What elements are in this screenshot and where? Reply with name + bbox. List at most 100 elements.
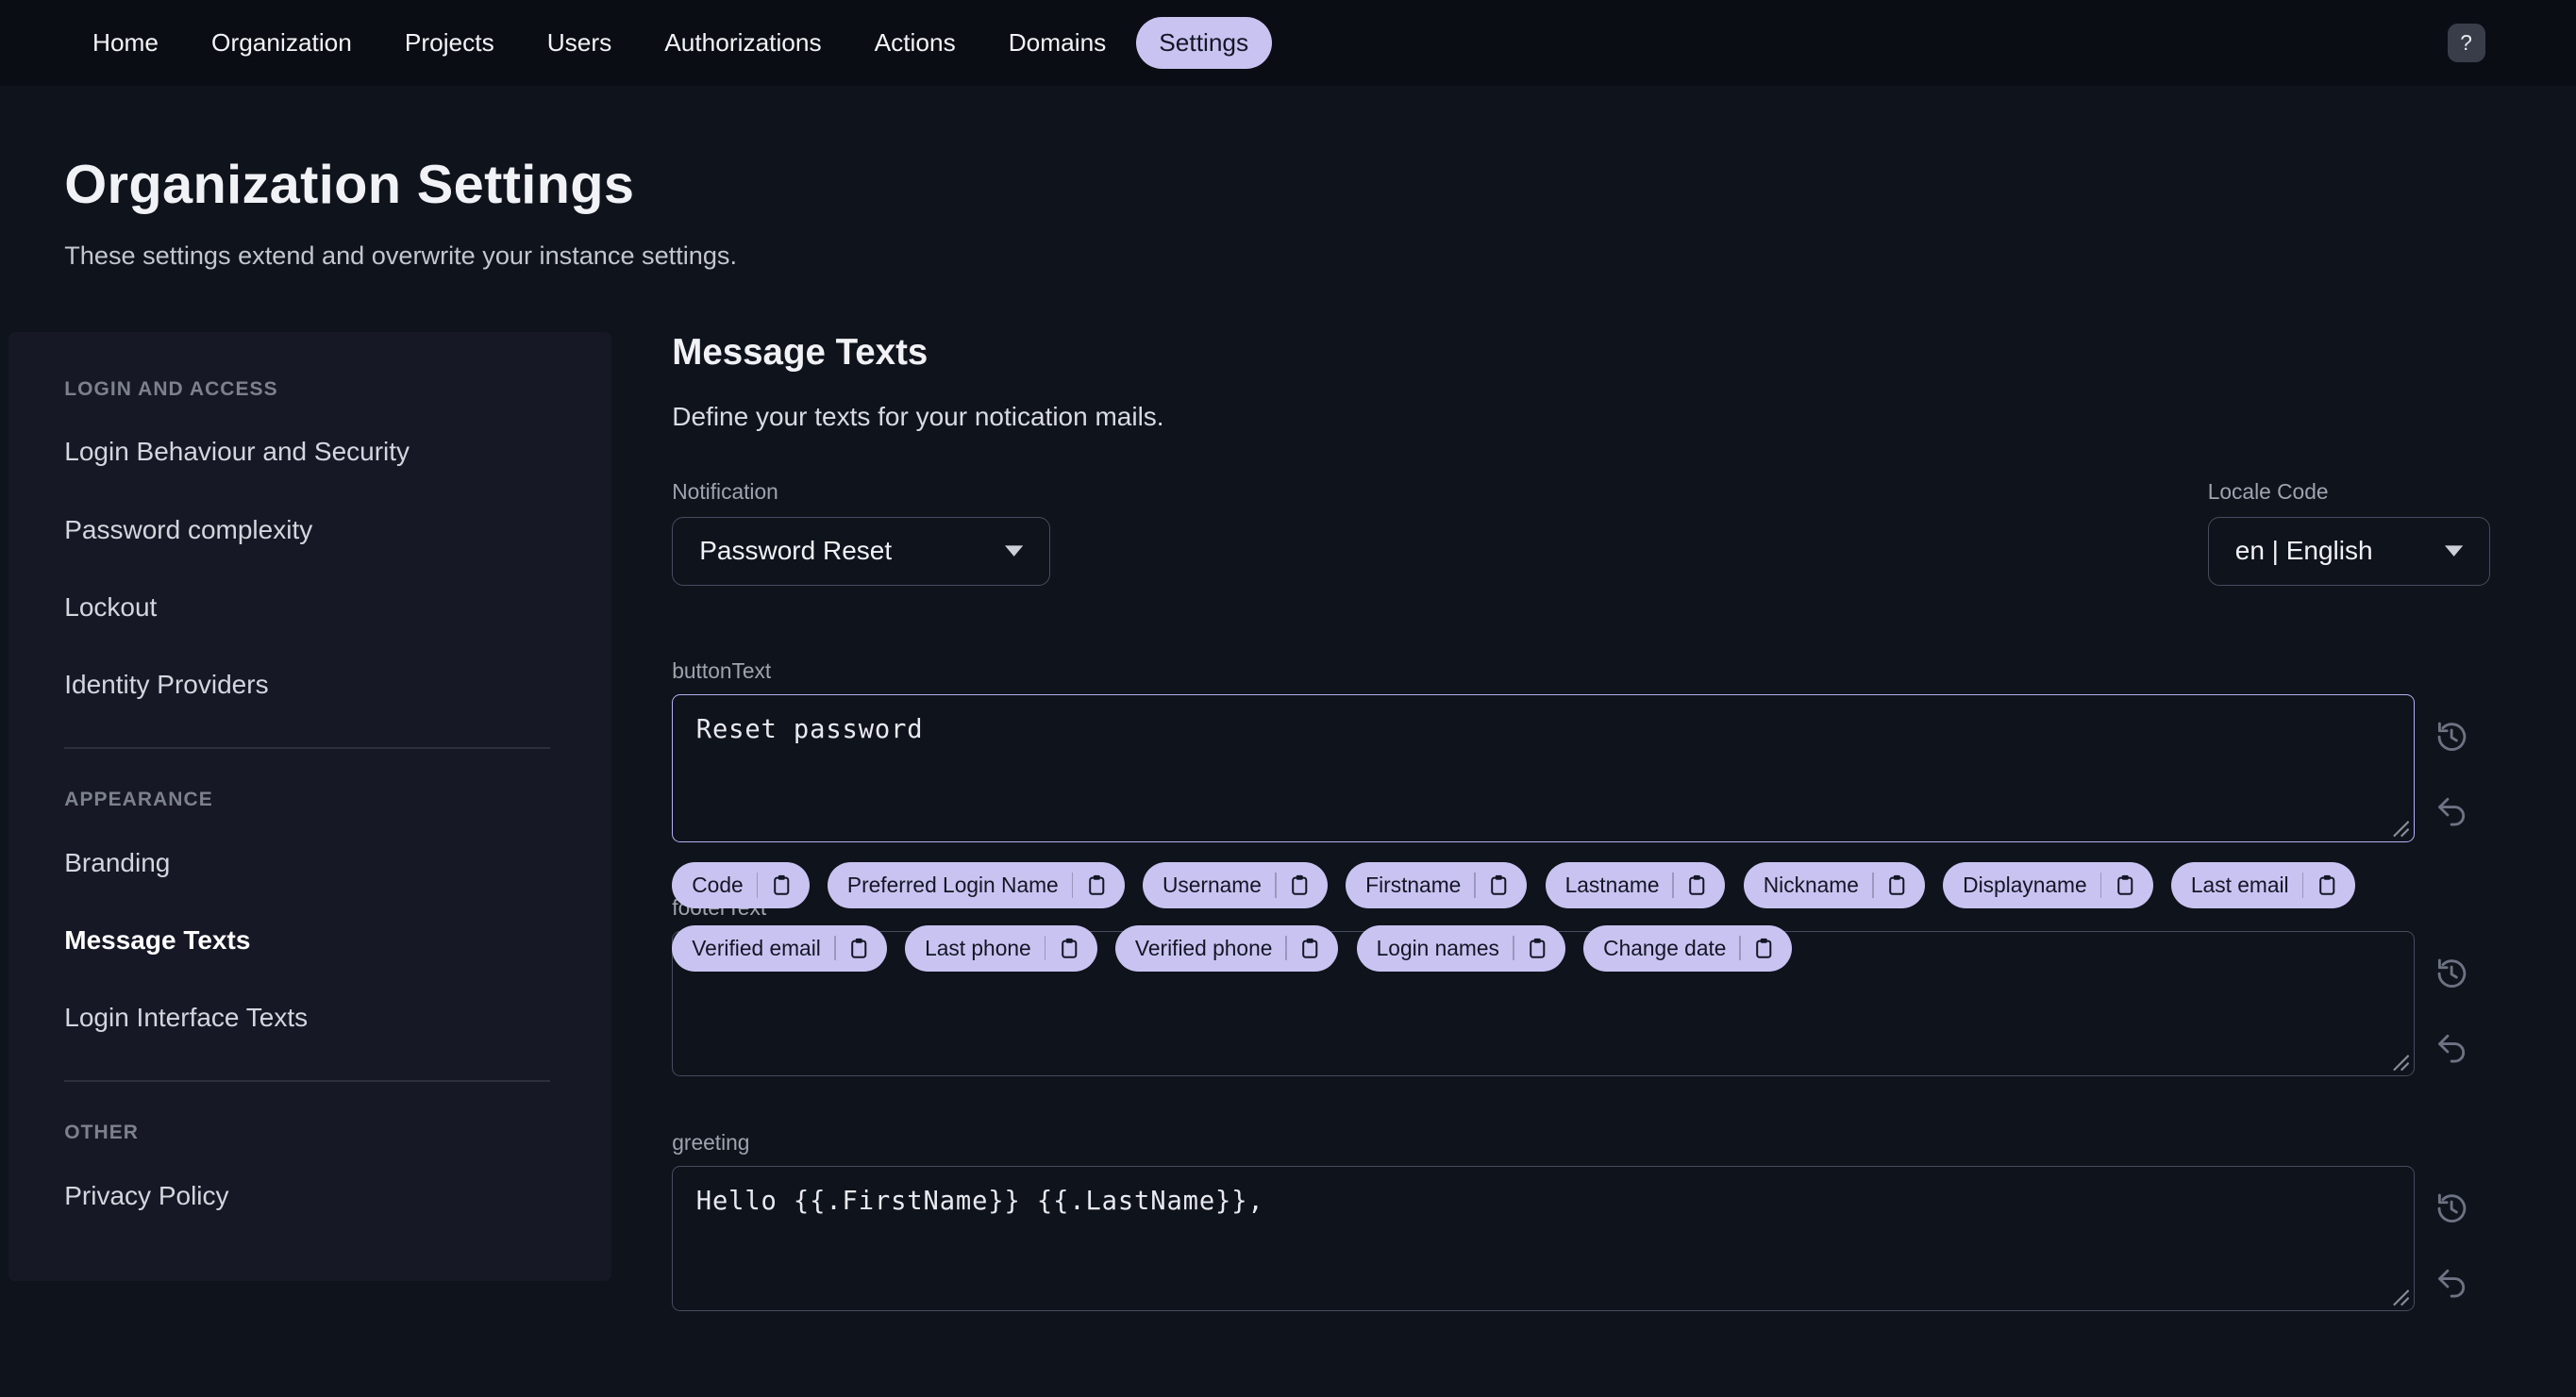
- notification-select[interactable]: Password Reset: [672, 516, 1050, 586]
- sidebar-section-header-login-and-access: LOGIN AND ACCESS: [64, 377, 278, 400]
- sidebar-item-login-interface-texts[interactable]: Login Interface Texts: [64, 1003, 561, 1033]
- clipboard-icon: [1756, 938, 1772, 958]
- undo-button[interactable]: [2433, 790, 2472, 829]
- history-icon: [2437, 722, 2467, 751]
- top-nav: Home Organization Projects Users Authorizati…: [0, 0, 2576, 86]
- chip-divider: [1071, 873, 1074, 898]
- chip-divider: [833, 935, 836, 961]
- chevron-down-icon: [1004, 545, 1023, 557]
- buttontext-textarea[interactable]: Reset password: [672, 693, 2415, 842]
- resize-handle[interactable]: [2392, 821, 2410, 838]
- notification-value: Password Reset: [699, 536, 893, 566]
- nav-item-organization[interactable]: Organization: [189, 17, 376, 70]
- sidebar-item-login-behaviour-and-security[interactable]: Login Behaviour and Security: [64, 437, 561, 467]
- page-subtitle: These settings extend and overwrite your…: [64, 241, 738, 270]
- nav-item-settings[interactable]: Settings: [1135, 16, 1272, 70]
- clipboard-icon: [1889, 875, 1905, 895]
- chip-lastname[interactable]: Lastname: [1545, 862, 1726, 908]
- sidebar-divider: [64, 747, 550, 749]
- history-button[interactable]: [2433, 717, 2472, 757]
- page-title: Organization Settings: [64, 154, 635, 215]
- chip-divider: [1044, 935, 1046, 961]
- sidebar-item-lockout[interactable]: Lockout: [64, 592, 561, 623]
- buttontext-actions: [2415, 694, 2491, 843]
- clipboard-icon: [851, 938, 867, 958]
- content-area: LOGIN AND ACCESS Login Behaviour and Secu…: [0, 331, 2576, 1311]
- resize-handle[interactable]: [2392, 1289, 2410, 1306]
- undo-button[interactable]: [2433, 1026, 2472, 1066]
- resize-handle[interactable]: [2392, 1054, 2410, 1072]
- chip-label: Username: [1162, 873, 1262, 897]
- nav-item-authorizations[interactable]: Authorizations: [642, 17, 845, 70]
- chip-label: Last email: [2190, 873, 2289, 897]
- field-greeting: greeting Hello {{.FirstName}} {{.LastNam…: [672, 1130, 2490, 1311]
- chip-last-email[interactable]: Last email: [2170, 862, 2355, 908]
- chip-label: Verified email: [692, 935, 821, 960]
- chip-displayname[interactable]: Displayname: [1943, 862, 2153, 908]
- clipboard-icon: [773, 875, 789, 895]
- chip-divider: [1739, 935, 1742, 961]
- locale-label: Locale Code: [2207, 479, 2329, 505]
- chip-divider: [756, 873, 759, 898]
- sidebar-section-header-other: OTHER: [64, 1122, 139, 1143]
- undo-icon: [2437, 1034, 2465, 1063]
- chip-divider: [2301, 873, 2304, 898]
- chip-label: Displayname: [1963, 873, 2087, 897]
- buttontext-label: buttonText: [672, 658, 772, 683]
- chip-divider: [1285, 935, 1288, 961]
- history-button[interactable]: [2433, 954, 2472, 993]
- footertext-actions: [2415, 931, 2491, 1076]
- chip-last-phone[interactable]: Last phone: [905, 924, 1097, 972]
- sidebar-divider: [64, 1080, 550, 1082]
- notification-label: Notification: [672, 479, 778, 505]
- history-button[interactable]: [2433, 1189, 2472, 1228]
- greeting-actions: [2415, 1166, 2491, 1311]
- chip-verified-email[interactable]: Verified email: [672, 924, 887, 972]
- nav-item-home[interactable]: Home: [70, 17, 182, 70]
- sidebar-item-privacy-policy[interactable]: Privacy Policy: [64, 1181, 561, 1211]
- sidebar-section-header-appearance: APPEARANCE: [64, 789, 213, 810]
- greeting-label: greeting: [672, 1130, 750, 1156]
- chip-label: Code: [692, 873, 744, 897]
- nav-item-projects[interactable]: Projects: [381, 17, 517, 70]
- chip-nickname[interactable]: Nickname: [1743, 862, 1925, 908]
- locale-value: en | English: [2234, 536, 2373, 566]
- field-footertext: Code Preferred Login Name Username Firstnam…: [672, 862, 2490, 1076]
- app-window: Home Organization Projects Users Authorizati…: [0, 0, 2576, 1397]
- chip-change-date[interactable]: Change date: [1583, 924, 1793, 972]
- chip-divider: [1474, 873, 1477, 898]
- nav-items: Home Organization Projects Users Authorizati…: [70, 16, 1272, 70]
- chip-verified-phone[interactable]: Verified phone: [1114, 924, 1339, 972]
- locale-group: Locale Code en | English: [2207, 479, 2490, 586]
- chip-preferred-login-name[interactable]: Preferred Login Name: [827, 862, 1125, 908]
- chip-label: Nickname: [1763, 873, 1859, 897]
- section-title: Message Texts: [672, 331, 928, 373]
- history-icon: [2437, 1193, 2467, 1223]
- sidebar-item-password-complexity[interactable]: Password complexity: [64, 515, 561, 545]
- nav-item-users[interactable]: Users: [524, 17, 635, 70]
- chip-firstname[interactable]: Firstname: [1346, 862, 1528, 908]
- chip-label: Change date: [1603, 935, 1727, 960]
- clipboard-icon: [1530, 938, 1546, 958]
- sidebar: LOGIN AND ACCESS Login Behaviour and Secu…: [8, 331, 611, 1281]
- section-subtitle: Define your texts for your notication ma…: [672, 401, 1164, 431]
- chip-username[interactable]: Username: [1142, 862, 1328, 908]
- locale-select[interactable]: en | English: [2207, 516, 2490, 586]
- sidebar-item-message-texts[interactable]: Message Texts: [64, 925, 561, 956]
- undo-button[interactable]: [2433, 1261, 2472, 1301]
- chip-label: Last phone: [925, 935, 1031, 960]
- greeting-textarea[interactable]: Hello {{.FirstName}} {{.LastName}},: [672, 1165, 2415, 1311]
- chip-divider: [1871, 873, 1874, 898]
- page-header: Organization Settings These settings ext…: [0, 86, 2576, 271]
- chip-code[interactable]: Code: [672, 862, 810, 908]
- help-button[interactable]: ?: [2447, 24, 2485, 62]
- sidebar-item-branding[interactable]: Branding: [64, 848, 561, 878]
- clipboard-icon: [2116, 875, 2133, 895]
- nav-item-actions[interactable]: Actions: [851, 17, 979, 70]
- notification-group: Notification Password Reset: [672, 479, 1050, 586]
- field-buttontext: buttonText Reset password: [672, 658, 2490, 842]
- chip-label: Login names: [1376, 935, 1499, 960]
- sidebar-item-identity-providers[interactable]: Identity Providers: [64, 670, 561, 700]
- nav-item-domains[interactable]: Domains: [985, 17, 1129, 70]
- chip-login-names[interactable]: Login names: [1356, 924, 1565, 972]
